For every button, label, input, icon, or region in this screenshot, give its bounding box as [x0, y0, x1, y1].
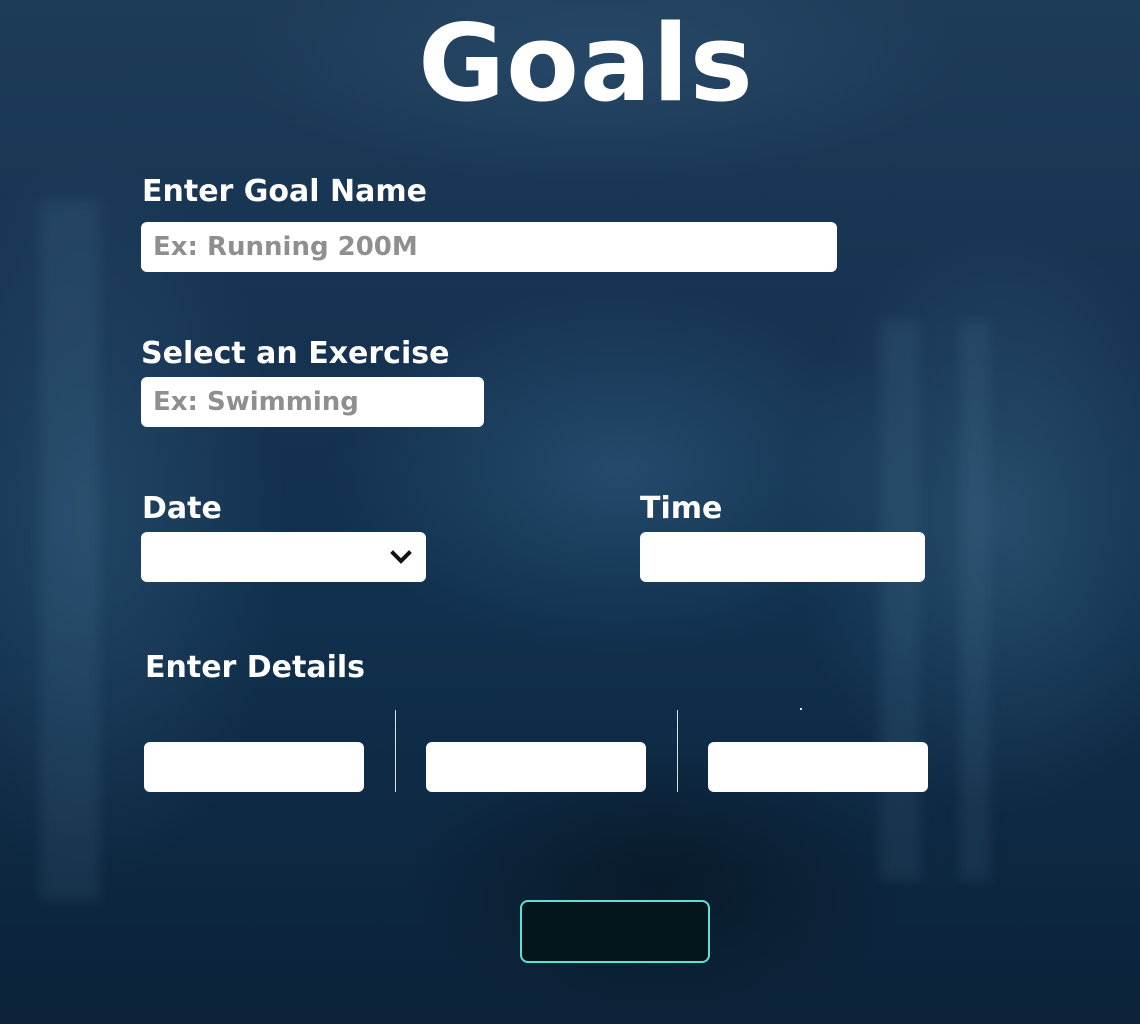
exercise-input[interactable]	[141, 377, 484, 427]
background-detail	[960, 320, 990, 880]
details-input-3[interactable]	[708, 742, 928, 792]
details-divider	[395, 710, 396, 792]
background-detail	[40, 200, 100, 900]
time-label: Time	[640, 491, 723, 526]
exercise-label: Select an Exercise	[141, 336, 450, 371]
submit-button[interactable]	[520, 900, 710, 963]
details-input-1[interactable]	[144, 742, 364, 792]
details-divider	[677, 710, 678, 792]
goal-name-label: Enter Goal Name	[142, 174, 427, 209]
details-label: Enter Details	[145, 650, 366, 685]
date-select[interactable]	[141, 532, 426, 582]
page-title: Goals	[418, 2, 754, 125]
decorative-dot	[800, 708, 802, 710]
time-input[interactable]	[640, 532, 925, 582]
background-detail	[880, 320, 920, 880]
goal-name-input[interactable]	[141, 222, 837, 272]
chevron-down-icon	[390, 550, 412, 564]
details-input-2[interactable]	[426, 742, 646, 792]
date-label: Date	[142, 491, 222, 526]
